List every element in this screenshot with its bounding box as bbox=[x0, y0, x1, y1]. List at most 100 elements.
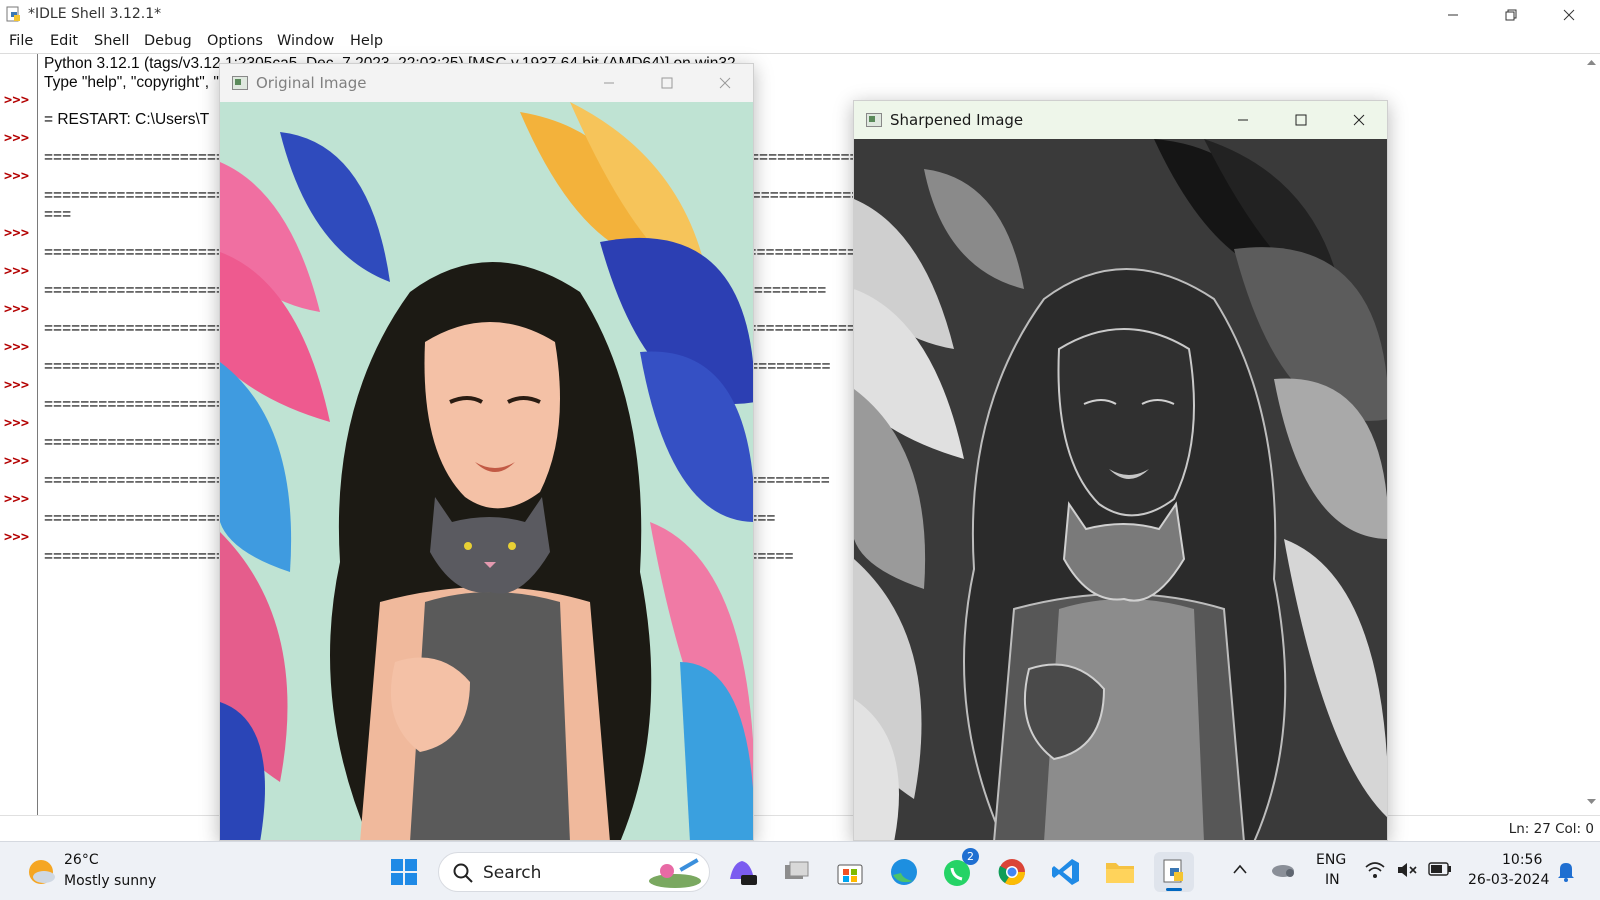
taskbar: 26°C Mostly sunny Search 2 ENG IN 10:56 … bbox=[0, 841, 1600, 900]
minimize-icon bbox=[604, 82, 614, 84]
idle-titlebar: *IDLE Shell 3.12.1* bbox=[0, 0, 1600, 29]
menu-help[interactable]: Help bbox=[350, 33, 383, 49]
original-illustration-image bbox=[220, 102, 753, 840]
vertical-scrollbar[interactable] bbox=[1583, 54, 1600, 815]
language-code: ENG bbox=[1316, 852, 1347, 868]
close-button[interactable] bbox=[1540, 0, 1598, 29]
idle-python-icon bbox=[1163, 859, 1183, 883]
original-image-window[interactable]: Original Image bbox=[219, 63, 754, 841]
maximize-icon bbox=[1295, 114, 1307, 126]
close-icon bbox=[719, 77, 731, 89]
language-indicator[interactable]: ENG IN bbox=[1312, 852, 1352, 892]
whatsapp-badge: 2 bbox=[962, 848, 979, 865]
region-code: IN bbox=[1325, 872, 1340, 888]
restore-icon bbox=[1505, 9, 1517, 20]
menu-window[interactable]: Window bbox=[277, 33, 334, 49]
vscode-icon bbox=[1052, 859, 1079, 885]
cursor-position: Ln: 27 Col: 0 bbox=[1508, 821, 1594, 837]
start-button[interactable] bbox=[384, 852, 424, 892]
file-explorer-button[interactable] bbox=[1100, 852, 1140, 892]
sharpened-minimize-button[interactable] bbox=[1214, 101, 1272, 139]
active-app-indicator bbox=[1166, 888, 1182, 891]
sharpened-grayscale-image bbox=[854, 139, 1387, 840]
wifi-icon bbox=[1365, 862, 1385, 878]
sharpened-image-canvas bbox=[854, 139, 1387, 840]
search-label: Search bbox=[483, 863, 542, 883]
edge-button[interactable] bbox=[884, 852, 924, 892]
sharpened-maximize-button[interactable] bbox=[1272, 101, 1330, 139]
task-view-button[interactable] bbox=[776, 852, 816, 892]
clock-date: 26-03-2024 bbox=[1468, 872, 1550, 888]
image-window-icon bbox=[866, 113, 882, 127]
windows-start-icon bbox=[391, 859, 417, 885]
speaker-muted-icon bbox=[1398, 863, 1417, 877]
python-file-icon bbox=[6, 6, 20, 22]
sharpened-image-title: Sharpened Image bbox=[890, 111, 1024, 129]
sunny-weather-icon bbox=[29, 860, 55, 884]
search-icon bbox=[453, 863, 473, 883]
menu-bar: File Edit Shell Debug Options Window Hel… bbox=[0, 29, 1600, 54]
search-highlight-icon bbox=[649, 858, 701, 888]
copilot-icon bbox=[730, 861, 757, 885]
shell-prompt: >>> bbox=[4, 377, 30, 393]
shell-prompt: >>> bbox=[4, 415, 30, 431]
chrome-button[interactable] bbox=[992, 852, 1032, 892]
sharpened-image-titlebar[interactable]: Sharpened Image bbox=[854, 101, 1387, 139]
edge-icon bbox=[891, 859, 917, 885]
microsoft-store-button[interactable] bbox=[830, 852, 870, 892]
weather-description: Mostly sunny bbox=[64, 873, 157, 889]
shell-prompt: >>> bbox=[4, 339, 30, 355]
menu-file[interactable]: File bbox=[9, 33, 33, 49]
taskbar-search[interactable]: Search bbox=[438, 852, 710, 892]
maximize-icon bbox=[661, 77, 673, 89]
clock[interactable]: 10:56 26-03-2024 bbox=[1464, 852, 1552, 892]
shell-prompt: >>> bbox=[4, 491, 30, 507]
shell-prompt: >>> bbox=[4, 263, 30, 279]
sharpened-close-button[interactable] bbox=[1330, 101, 1387, 139]
shell-prompt: >>> bbox=[4, 453, 30, 469]
restore-button[interactable] bbox=[1482, 0, 1540, 29]
weather-temperature: 26°C bbox=[64, 852, 99, 868]
menu-options[interactable]: Options bbox=[207, 33, 263, 49]
show-hidden-icons-button[interactable] bbox=[1232, 862, 1248, 880]
copilot-button[interactable] bbox=[722, 852, 762, 892]
menu-edit[interactable]: Edit bbox=[50, 33, 78, 49]
weather-widget[interactable]: 26°C Mostly sunny bbox=[20, 842, 170, 900]
original-close-button[interactable] bbox=[696, 64, 753, 102]
microsoft-store-icon bbox=[837, 864, 863, 885]
chevron-up-icon bbox=[1233, 864, 1247, 874]
bell-icon bbox=[1558, 863, 1574, 882]
scroll-arrows-icon bbox=[1587, 60, 1596, 804]
cloud-icon bbox=[1272, 865, 1294, 877]
shell-line: === bbox=[44, 206, 72, 223]
image-window-icon bbox=[232, 76, 248, 90]
shell-prompt: >>> bbox=[4, 301, 30, 317]
vscode-button[interactable] bbox=[1046, 852, 1086, 892]
idle-taskbar-button[interactable] bbox=[1154, 852, 1194, 892]
shell-prompt: >>> bbox=[4, 529, 30, 545]
onedrive-status[interactable] bbox=[1270, 860, 1296, 883]
notifications-button[interactable] bbox=[1556, 860, 1576, 887]
minimize-icon bbox=[1448, 14, 1458, 15]
shell-line: = RESTART: C:\Users\T bbox=[44, 111, 210, 128]
original-image-titlebar[interactable]: Original Image bbox=[220, 64, 753, 102]
close-icon bbox=[1353, 114, 1365, 126]
chrome-icon bbox=[998, 859, 1026, 886]
shell-prompt: >>> bbox=[4, 130, 30, 146]
original-image-title: Original Image bbox=[256, 74, 367, 92]
shell-prompt: >>> bbox=[4, 168, 30, 184]
battery-icon bbox=[1428, 862, 1451, 876]
quick-settings[interactable] bbox=[1364, 859, 1460, 883]
file-explorer-icon bbox=[1106, 863, 1134, 883]
sharpened-image-window[interactable]: Sharpened Image bbox=[853, 100, 1388, 841]
task-view-icon bbox=[785, 861, 809, 879]
menu-debug[interactable]: Debug bbox=[144, 33, 192, 49]
whatsapp-button[interactable]: 2 bbox=[938, 848, 979, 892]
original-image-canvas bbox=[220, 102, 753, 840]
minimize-button[interactable] bbox=[1424, 0, 1482, 29]
clock-time: 10:56 bbox=[1502, 852, 1543, 868]
minimize-icon bbox=[1238, 119, 1248, 121]
menu-shell[interactable]: Shell bbox=[94, 33, 129, 49]
original-minimize-button[interactable] bbox=[580, 64, 638, 102]
original-maximize-button[interactable] bbox=[638, 64, 696, 102]
